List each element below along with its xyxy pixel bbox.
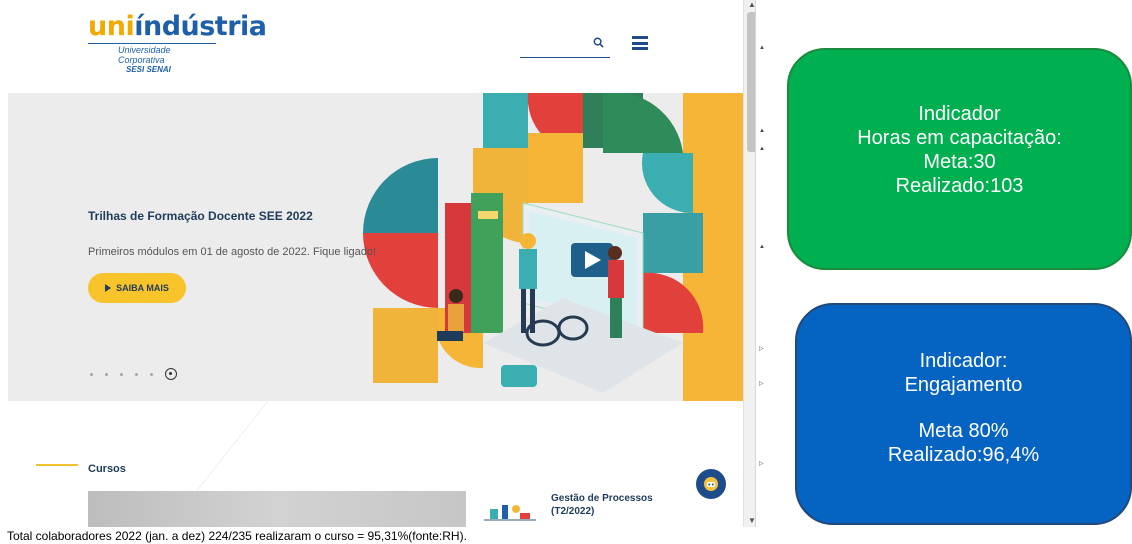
indicator-hours-box: Indicador Horas em capacitação: Meta:30 … xyxy=(787,48,1132,270)
saiba-mais-label: SAIBA MAIS xyxy=(116,283,169,293)
strip-marker-icon: ▲ xyxy=(759,128,765,134)
play-arrow-icon xyxy=(105,284,112,292)
course-photo[interactable] xyxy=(88,491,466,527)
course-thumbnail[interactable] xyxy=(480,495,540,527)
carousel-dot[interactable] xyxy=(90,372,93,376)
saiba-mais-button[interactable]: SAIBA MAIS xyxy=(88,273,186,303)
logo-wordmark: uniíndústria xyxy=(88,11,267,42)
strip-marker-icon: ▷ xyxy=(759,346,764,352)
indicator-hours-line2: Horas em capacitação: xyxy=(857,127,1062,149)
indicator-engagement-achieved: Realizado:96,4% xyxy=(887,444,1040,466)
carousel-dot-active[interactable] xyxy=(165,368,177,380)
strip-marker-icon: ▷ xyxy=(759,461,764,467)
carousel-dots xyxy=(90,368,177,380)
strip-marker-icon: ▲ xyxy=(759,244,765,250)
robot-icon xyxy=(704,477,718,491)
unindustria-logo[interactable]: uniíndústria Universidade Corporativa SE… xyxy=(88,11,267,75)
indicator-hours-achieved: Realizado:103 xyxy=(895,175,1024,197)
site-header: uniíndústria Universidade Corporativa SE… xyxy=(0,0,745,93)
logo-subtitle-2: SESI SENAI xyxy=(126,65,171,74)
indicator-engagement-line2: Engajamento xyxy=(904,374,1023,396)
carousel-dot[interactable] xyxy=(105,372,108,376)
strip-marker-icon: ▲ xyxy=(759,45,765,51)
courses-section: Cursos Gestão de Processos (T2/2022) xyxy=(8,401,743,527)
hero-title: Trilhas de Formação Docente SEE 2022 xyxy=(88,209,313,223)
hero-subtitle: Primeiros módulos em 01 de agosto de 202… xyxy=(88,246,377,258)
carousel-dot[interactable] xyxy=(150,372,153,376)
indicator-engagement-line1: Indicador: xyxy=(919,350,1008,372)
hamburger-menu-icon[interactable] xyxy=(632,36,648,50)
course-name[interactable]: Gestão de Processos (T2/2022) xyxy=(551,492,681,518)
logo-divider xyxy=(88,43,216,44)
indicator-hours-line1: Indicador xyxy=(918,103,1001,125)
carousel-dot[interactable] xyxy=(135,372,138,376)
indicator-hours-goal: Meta:30 xyxy=(923,151,996,173)
hero-banner: Trilhas de Formação Docente SEE 2022 Pri… xyxy=(8,93,743,401)
search-input[interactable] xyxy=(520,32,610,58)
website-screenshot: uniíndústria Universidade Corporativa SE… xyxy=(0,0,760,527)
indicator-engagement-box: Indicador: Engajamento Meta 80% Realizad… xyxy=(795,303,1132,525)
strip-marker-icon: ▷ xyxy=(759,381,764,387)
section-accent-line xyxy=(36,464,78,466)
search-icon[interactable] xyxy=(593,36,604,51)
caption-text: Total colaboradores 2022 (jan. a dez) 22… xyxy=(7,529,467,543)
chatbot-button[interactable] xyxy=(696,469,726,499)
indicator-engagement-goal: Meta 80% xyxy=(918,420,1009,442)
logo-subtitle: Universidade Corporativa xyxy=(118,45,171,65)
strip-marker-icon: ▲ xyxy=(759,146,765,152)
hero-illustration xyxy=(363,93,743,401)
carousel-dot[interactable] xyxy=(120,372,123,376)
adjacent-window-strip: ▲ ▲ ▲ ▲ ▷ ▷ ▷ xyxy=(755,0,767,527)
courses-title: Cursos xyxy=(88,463,126,475)
